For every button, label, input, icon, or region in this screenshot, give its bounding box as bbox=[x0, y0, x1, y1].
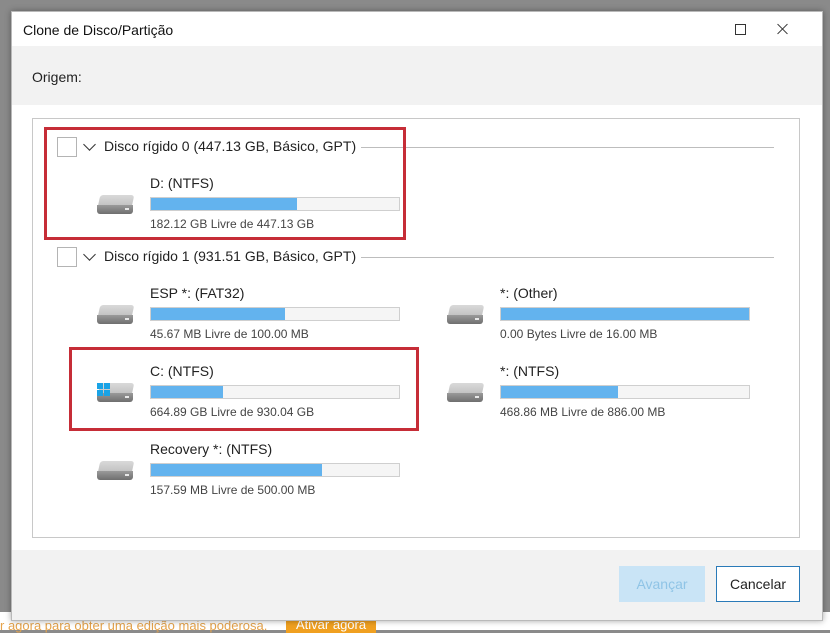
chevron-down-icon[interactable] bbox=[83, 248, 96, 261]
divider bbox=[361, 147, 774, 148]
origin-section: Origem: bbox=[12, 46, 822, 105]
dialog-footer: Avançar Cancelar bbox=[12, 550, 822, 620]
next-button[interactable]: Avançar bbox=[619, 566, 705, 602]
disk-header-1: Disco rígido 1 (931.51 GB, Básico, GPT) bbox=[33, 247, 799, 269]
origin-label: Origem: bbox=[32, 69, 82, 85]
drive-icon bbox=[97, 303, 135, 327]
partition-free-space: 157.59 MB Livre de 500.00 MB bbox=[150, 483, 316, 497]
usage-fill bbox=[151, 464, 323, 476]
disk-1-label: Disco rígido 1 (931.51 GB, Básico, GPT) bbox=[104, 248, 357, 264]
usage-bar bbox=[500, 307, 750, 321]
drive-icon bbox=[447, 381, 485, 405]
usage-bar bbox=[150, 307, 400, 321]
highlight-box-disk-0 bbox=[44, 127, 406, 240]
cancel-button[interactable]: Cancelar bbox=[716, 566, 800, 602]
partition-esp[interactable]: ESP *: (FAT32) 45.67 MB Livre de 100.00 … bbox=[97, 285, 427, 349]
clone-dialog: Clone de Disco/Partição Origem: Disco rí… bbox=[11, 11, 823, 621]
disk-list-panel: Disco rígido 0 (447.13 GB, Básico, GPT) … bbox=[32, 118, 800, 538]
partition-free-space: 45.67 MB Livre de 100.00 MB bbox=[150, 327, 309, 341]
maximize-icon[interactable] bbox=[729, 18, 751, 40]
partition-recovery[interactable]: Recovery *: (NTFS) 157.59 MB Livre de 50… bbox=[97, 441, 427, 505]
highlight-box-partition-c bbox=[69, 347, 419, 431]
partition-name: *: (Other) bbox=[500, 285, 558, 301]
dialog-title: Clone de Disco/Partição bbox=[23, 22, 174, 38]
drive-icon bbox=[447, 303, 485, 327]
partition-name: *: (NTFS) bbox=[500, 363, 560, 379]
usage-fill bbox=[501, 308, 749, 320]
drive-icon bbox=[97, 459, 135, 483]
divider bbox=[361, 257, 774, 258]
usage-bar bbox=[500, 385, 750, 399]
usage-bar bbox=[150, 463, 400, 477]
usage-fill bbox=[501, 386, 618, 398]
partition-name: ESP *: (FAT32) bbox=[150, 285, 245, 301]
partition-ntfs[interactable]: *: (NTFS) 468.86 MB Livre de 886.00 MB bbox=[447, 363, 777, 427]
usage-fill bbox=[151, 308, 285, 320]
partition-free-space: 468.86 MB Livre de 886.00 MB bbox=[500, 405, 666, 419]
partition-other[interactable]: *: (Other) 0.00 Bytes Livre de 16.00 MB bbox=[447, 285, 777, 349]
disk-1-checkbox[interactable] bbox=[57, 247, 77, 267]
title-bar: Clone de Disco/Partição bbox=[12, 12, 822, 46]
partition-free-space: 0.00 Bytes Livre de 16.00 MB bbox=[500, 327, 658, 341]
close-icon[interactable] bbox=[772, 18, 794, 40]
partition-name: Recovery *: (NTFS) bbox=[150, 441, 273, 457]
